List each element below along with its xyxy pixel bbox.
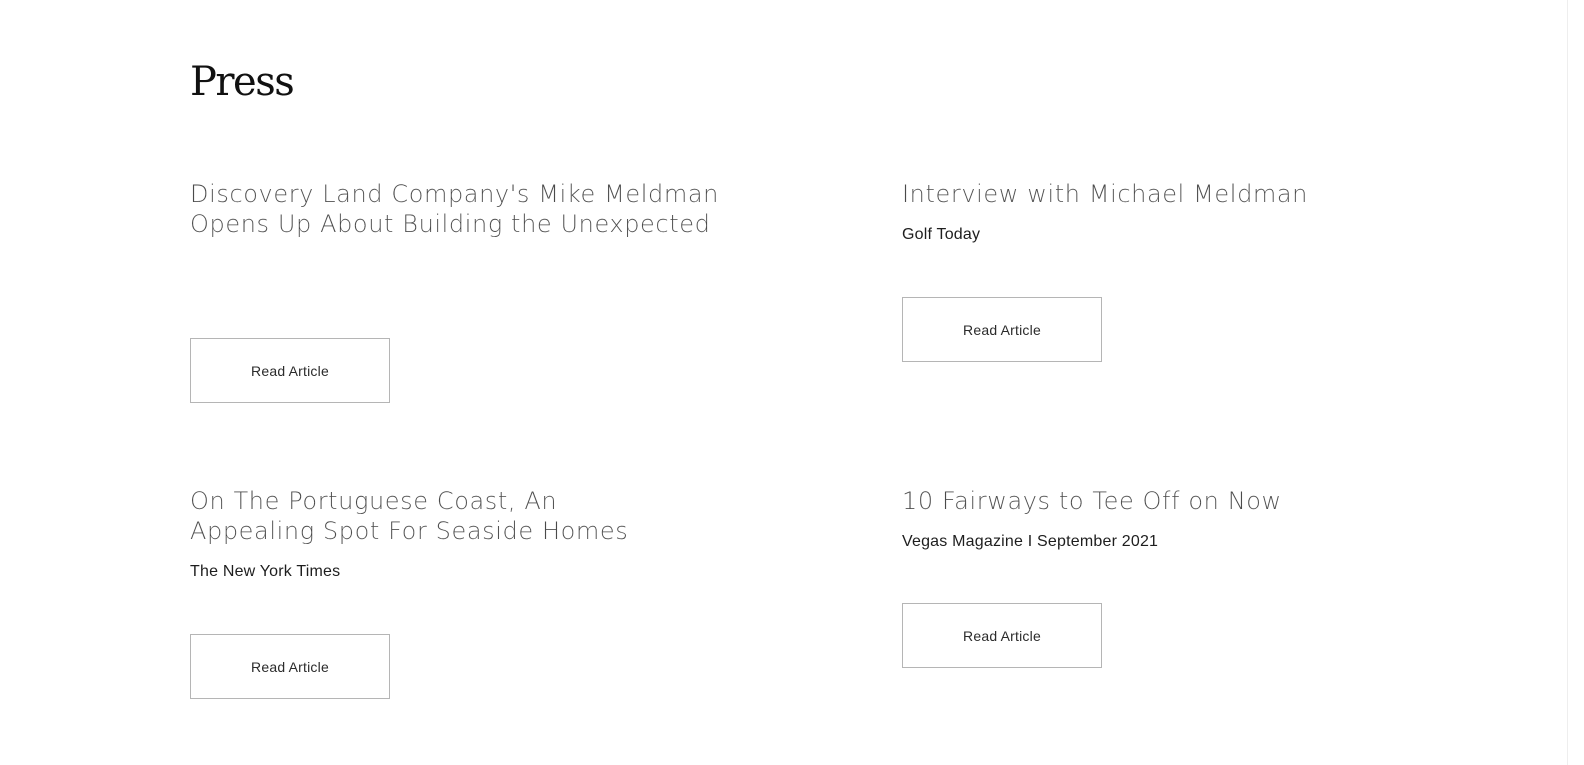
read-article-button[interactable]: Read Article: [190, 634, 390, 699]
read-article-button[interactable]: Read Article: [190, 338, 390, 403]
article-card: Discovery Land Company's Mike Meldman Op…: [190, 179, 750, 239]
article-source: Vegas Magazine I September 2021: [902, 533, 1159, 550]
article-title: On The Portuguese Coast, An Appealing Sp…: [190, 487, 629, 545]
read-article-button[interactable]: Read Article: [902, 297, 1102, 362]
article-card: Interview with Michael Meldman Golf Toda…: [902, 179, 1462, 245]
page-title: Press: [190, 59, 295, 105]
read-article-button[interactable]: Read Article: [902, 603, 1102, 668]
article-card: 10 Fairways to Tee Off on Now Vegas Maga…: [902, 486, 1462, 552]
article-title: 10 Fairways to Tee Off on Now: [902, 487, 1282, 515]
article-title: Interview with Michael Meldman: [902, 180, 1308, 208]
article-title: Discovery Land Company's Mike Meldman Op…: [190, 180, 719, 238]
article-source: Golf Today: [902, 226, 981, 243]
article-source: The New York Times: [190, 563, 341, 580]
scrollbar-track[interactable]: [1567, 0, 1568, 765]
article-card: On The Portuguese Coast, An Appealing Sp…: [190, 486, 750, 582]
